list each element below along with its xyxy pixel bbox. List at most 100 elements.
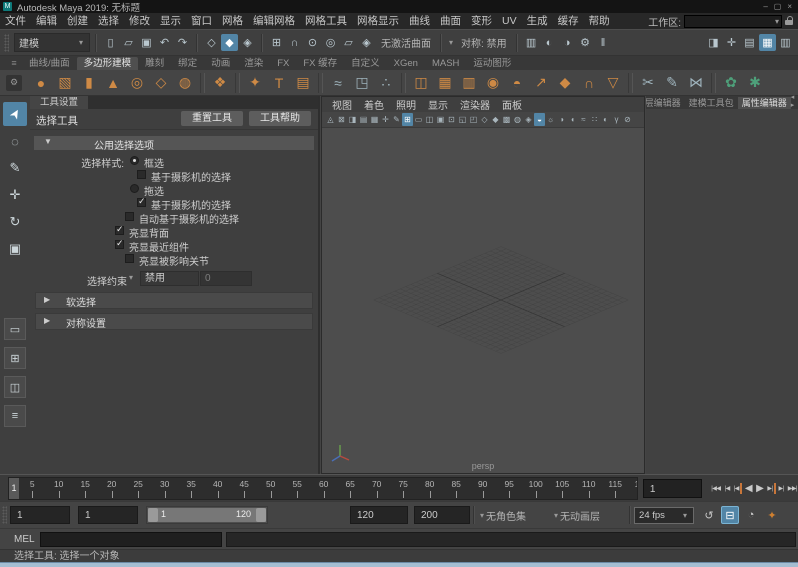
- snap-to-point-icon[interactable]: ⊙: [304, 34, 321, 51]
- menu-item-5[interactable]: 显示: [155, 13, 186, 29]
- make-live-icon[interactable]: ◈: [358, 34, 375, 51]
- gate-mask-icon[interactable]: ▣: [435, 113, 446, 126]
- poly-disc-icon[interactable]: ◍: [174, 72, 196, 94]
- poly-cone-icon[interactable]: ▲: [102, 72, 124, 94]
- menu-item-14[interactable]: UV: [497, 13, 522, 29]
- select-by-hierarchy-icon[interactable]: ◇: [203, 34, 220, 51]
- shelf-tab-0[interactable]: 曲线/曲面: [22, 57, 77, 70]
- reduce-icon[interactable]: ▽: [602, 72, 624, 94]
- playback-start-field[interactable]: 1: [78, 506, 138, 524]
- channel-box-toggle-icon[interactable]: ▥: [777, 34, 794, 51]
- command-line-output[interactable]: [226, 532, 796, 547]
- menu-item-0[interactable]: 文件: [0, 13, 31, 29]
- lighting-icon[interactable]: ☼: [545, 113, 556, 126]
- poly-cylinder-icon[interactable]: ▮: [78, 72, 100, 94]
- motion-blur-icon[interactable]: ≈: [578, 113, 589, 126]
- workspace-dropdown[interactable]: ▾: [684, 15, 782, 28]
- play-backwards-button[interactable]: ◀: [744, 481, 753, 496]
- render-settings-icon[interactable]: ⚙: [577, 34, 594, 51]
- sweep-mesh-icon[interactable]: ≈: [327, 72, 349, 94]
- viewport-menu-4[interactable]: 渲染器: [454, 97, 496, 112]
- sculpt-tool-icon[interactable]: ✱: [744, 72, 766, 94]
- checkbox-option-4[interactable]: [125, 212, 134, 221]
- playback-end-field[interactable]: 120: [350, 506, 408, 524]
- resolution-gate-icon[interactable]: ◫: [424, 113, 435, 126]
- anim-layer-dropdown[interactable]: 无动画层: [560, 508, 626, 523]
- command-line-language-toggle[interactable]: MEL: [14, 534, 40, 545]
- menu-item-11[interactable]: 曲线: [404, 13, 435, 29]
- menu-item-3[interactable]: 选择: [93, 13, 124, 29]
- field-chart-icon[interactable]: ⊡: [446, 113, 457, 126]
- shelf-menu-icon[interactable]: ≡: [6, 56, 22, 70]
- checkbox-option-3[interactable]: [137, 198, 146, 207]
- snap-to-projected-center-icon[interactable]: ◎: [322, 34, 339, 51]
- shelf-tab-5[interactable]: 渲染: [237, 57, 270, 70]
- poly-type-icon[interactable]: T: [268, 72, 290, 94]
- playback-speed-icon[interactable]: ◔: [742, 506, 760, 524]
- menu-item-16[interactable]: 缓存: [553, 13, 584, 29]
- multisample-icon[interactable]: ∷: [589, 113, 600, 126]
- boolean-icon[interactable]: ◓: [506, 72, 528, 94]
- new-scene-icon[interactable]: ▯: [102, 34, 119, 51]
- selection-constraint-dropdown[interactable]: 禁用: [140, 271, 199, 286]
- playback-loop-icon[interactable]: ↺: [700, 506, 718, 524]
- viewport-menu-1[interactable]: 着色: [358, 97, 390, 112]
- shelf-editor-icon[interactable]: ⚙: [6, 75, 22, 91]
- snap-to-grid-icon[interactable]: ⊞: [268, 34, 285, 51]
- layout-two-pane[interactable]: ◫: [4, 376, 26, 398]
- construction-plane-icon[interactable]: ◳: [351, 72, 373, 94]
- sidebar-tab-1[interactable]: 建模工具包: [685, 97, 738, 109]
- select-by-component-icon[interactable]: ◈: [239, 34, 256, 51]
- poly-plane-icon[interactable]: ◇: [150, 72, 172, 94]
- sidebar-tab-2[interactable]: 属性编辑器: [738, 97, 791, 109]
- range-start-handle[interactable]: [148, 508, 158, 522]
- step-forward-frame-button[interactable]: ▶|: [778, 483, 785, 494]
- paint-effects-icon[interactable]: ✿: [720, 72, 742, 94]
- viewport-3d-area[interactable]: persp: [322, 128, 644, 474]
- checkbox-option-1[interactable]: [137, 170, 146, 179]
- select-tool[interactable]: ➤: [3, 102, 27, 126]
- platonic-solid-icon[interactable]: ❖: [209, 72, 231, 94]
- range-end-handle[interactable]: [256, 508, 266, 522]
- play-forwards-button[interactable]: ▶: [755, 481, 764, 496]
- redo-icon[interactable]: ↷: [174, 34, 191, 51]
- bridge-icon[interactable]: ∩: [578, 72, 600, 94]
- bookmark-icon[interactable]: ▤: [358, 113, 369, 126]
- move-tool[interactable]: ✛: [3, 183, 27, 207]
- current-time-marker[interactable]: 1: [9, 478, 19, 499]
- bevel-icon[interactable]: ◆: [554, 72, 576, 94]
- svg-tool-icon[interactable]: ▤: [292, 72, 314, 94]
- poly-cube-icon[interactable]: ▧: [54, 72, 76, 94]
- pan-zoom-icon[interactable]: ✛: [380, 113, 391, 126]
- collapsed-section-1[interactable]: ▶对称设置: [35, 313, 313, 330]
- menu-item-2[interactable]: 创建: [62, 13, 93, 29]
- drag-handle[interactable]: [2, 506, 7, 524]
- render-current-frame-icon[interactable]: ◐: [541, 34, 558, 51]
- layout-single-pane[interactable]: ▭: [4, 318, 26, 340]
- checkbox-option-5[interactable]: [115, 226, 124, 235]
- shelf-tab-3[interactable]: 绑定: [171, 57, 204, 70]
- tool-settings-toggle-icon[interactable]: ▦: [759, 34, 776, 51]
- textured-mode-icon[interactable]: ▩: [501, 113, 512, 126]
- tool-help-button[interactable]: 工具帮助: [249, 111, 311, 126]
- quad-draw-icon[interactable]: ✎: [661, 72, 683, 94]
- ipr-render-icon[interactable]: ◑: [559, 34, 576, 51]
- gamma-icon[interactable]: γ: [611, 113, 622, 126]
- shadows-icon[interactable]: ◑: [556, 113, 567, 126]
- menu-item-9[interactable]: 网格工具: [300, 13, 352, 29]
- modeling-toolkit-toggle-icon[interactable]: ◨: [705, 34, 722, 51]
- extrude-icon[interactable]: ↗: [530, 72, 552, 94]
- grease-pencil-icon[interactable]: ✎: [391, 113, 402, 126]
- live-surface-field[interactable]: 无激活曲面: [377, 35, 435, 50]
- multi-cut-icon[interactable]: ✂: [637, 72, 659, 94]
- reset-tool-button[interactable]: 重置工具: [181, 111, 243, 126]
- menu-item-17[interactable]: 帮助: [584, 13, 615, 29]
- menu-set-dropdown[interactable]: 建模 ▾: [14, 33, 90, 52]
- combine-icon[interactable]: ▦: [434, 72, 456, 94]
- render-view-icon[interactable]: ▥: [523, 34, 540, 51]
- undo-icon[interactable]: ↶: [156, 34, 173, 51]
- smooth-icon[interactable]: ◉: [482, 72, 504, 94]
- measure-distance-icon[interactable]: ∴: [375, 72, 397, 94]
- poly-sphere-icon[interactable]: ●: [30, 72, 52, 94]
- checkbox-option-7[interactable]: [125, 254, 134, 263]
